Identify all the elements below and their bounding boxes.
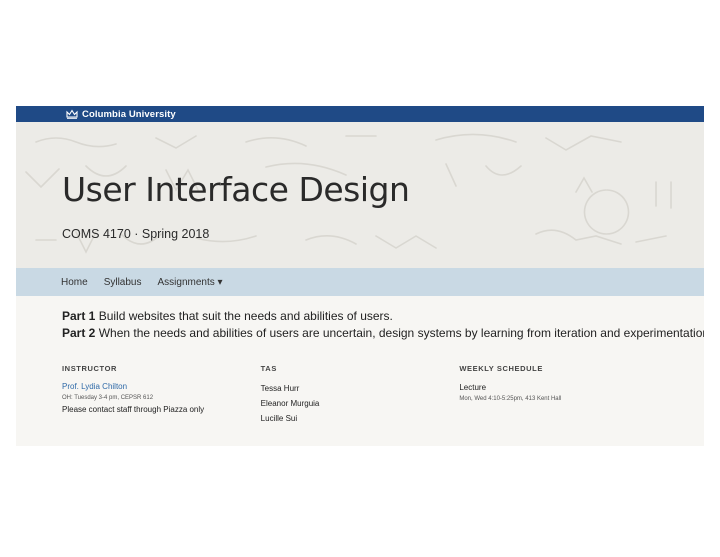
contact-note: Please contact staff through Piazza only xyxy=(62,405,205,414)
university-bar: Columbia University xyxy=(16,106,704,122)
nav-assignments-dropdown[interactable]: Assignments ▾ xyxy=(158,277,223,288)
part-1-label: Part 1 xyxy=(62,309,96,323)
part-2-text: When the needs and abilities of users ar… xyxy=(98,326,704,340)
page-frame: Columbia University User Interface Desig… xyxy=(16,106,704,446)
part-2-label: Part 2 xyxy=(62,326,96,340)
instructor-link[interactable]: Prof. Lydia Chilton xyxy=(62,381,261,393)
university-name[interactable]: Columbia University xyxy=(82,109,176,120)
instructor-heading: INSTRUCTOR xyxy=(62,364,118,373)
schedule-detail: Mon, Wed 4:10-5:25pm, 413 Kent Hall xyxy=(459,396,562,402)
page-title: User Interface Design xyxy=(62,170,410,209)
tas-column: TAS Tessa Hurr Eleanor Murguia Lucille S… xyxy=(261,364,460,426)
instructor-column: INSTRUCTOR Prof. Lydia Chilton OH: Tuesd… xyxy=(62,364,261,426)
main-content: Part 1 Build websites that suit the need… xyxy=(16,296,704,426)
schedule-item: Lecture xyxy=(459,383,487,392)
part-2: Part 2 When the needs and abilities of u… xyxy=(62,325,704,342)
ta-name: Eleanor Murguia xyxy=(260,399,320,408)
ta-name: Tessa Hurr xyxy=(260,384,300,393)
schedule-heading: WEEKLY SCHEDULE xyxy=(459,364,543,373)
hero-banner: User Interface Design COMS 4170 · Spring… xyxy=(16,122,704,268)
ta-name: Lucille Sui xyxy=(260,414,298,423)
nav-home[interactable]: Home xyxy=(61,277,88,288)
info-columns: INSTRUCTOR Prof. Lydia Chilton OH: Tuesd… xyxy=(62,364,658,426)
course-subtitle: COMS 4170 · Spring 2018 xyxy=(62,227,210,241)
office-hours: OH: Tuesday 3-4 pm, CEPSR 612 xyxy=(62,395,154,401)
tas-heading: TAS xyxy=(260,364,277,373)
nav-bar: Home Syllabus Assignments ▾ xyxy=(16,268,704,296)
schedule-column: WEEKLY SCHEDULE Lecture Mon, Wed 4:10-5:… xyxy=(459,364,658,426)
nav-syllabus[interactable]: Syllabus xyxy=(104,277,142,288)
part-1-text: Build websites that suit the needs and a… xyxy=(98,309,393,323)
crown-icon xyxy=(66,109,78,119)
part-1: Part 1 Build websites that suit the need… xyxy=(62,308,658,325)
